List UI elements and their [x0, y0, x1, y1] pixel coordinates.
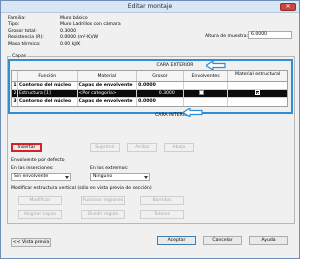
- delete-button[interactable]: Suprimir: [90, 143, 120, 152]
- exterior-side-label: CARA EXTERIOR: [156, 63, 194, 68]
- cell-material[interactable]: <Por categoría>: [77, 90, 138, 97]
- cell-material[interactable]: Capas de envolvente: [78, 98, 138, 106]
- sample-height-label: Altura de muestra:: [205, 34, 249, 39]
- chevron-down-icon[interactable]: [65, 176, 69, 179]
- cell-grosor[interactable]: 0.3000: [137, 90, 184, 97]
- vertical-structure-label: Modificar estructura vertical (sólo en v…: [11, 186, 152, 191]
- merge-regions-button[interactable]: Fusionar regiones: [81, 196, 125, 205]
- at-ends-label: En los extremos:: [90, 166, 129, 171]
- move-up-button[interactable]: Arriba: [127, 143, 157, 152]
- table-header: Función Material Grosor Envolventes Mate…: [12, 71, 287, 82]
- title-bar: Editar montaje ✕: [1, 1, 299, 13]
- table-row[interactable]: 2 Estructura [1] <Por categoría> 0.3000: [12, 90, 287, 98]
- sweeps-button[interactable]: Barridos: [140, 196, 184, 205]
- default-wrapping-label: Envolvente por defecto: [11, 158, 65, 163]
- column-header[interactable]: Envolventes: [184, 71, 229, 81]
- preview-toggle-button[interactable]: << Vista previa: [11, 238, 51, 247]
- column-header[interactable]: Grosor: [137, 71, 184, 81]
- cell-envolventes[interactable]: [183, 90, 229, 97]
- cell-grosor[interactable]: 0.0000: [137, 98, 184, 106]
- type-properties: Familia: Muro básico Tipo: Muro Ladrillos …: [8, 16, 140, 48]
- cell-funcion[interactable]: Estructura [1]: [17, 90, 78, 97]
- at-ends-select[interactable]: Ninguno: [90, 173, 150, 181]
- checkbox-icon[interactable]: [255, 90, 261, 95]
- checkbox-icon[interactable]: [198, 90, 204, 95]
- cell-funcion[interactable]: Contorno del núcleo: [18, 98, 78, 106]
- cell-material[interactable]: Capas de envolvente: [78, 82, 138, 89]
- column-header[interactable]: Función: [18, 71, 78, 81]
- cell-envolventes[interactable]: [184, 82, 229, 89]
- modify-button[interactable]: Modificar: [18, 196, 62, 205]
- at-inserts-label: En las inserciones:: [11, 166, 54, 171]
- at-inserts-value: Sin envolvente: [14, 174, 49, 179]
- left-arrow-icon: [183, 108, 203, 117]
- close-icon[interactable]: ✕: [280, 3, 296, 11]
- cell-estructural[interactable]: [228, 82, 287, 89]
- window-title: Editar montaje: [127, 3, 173, 10]
- at-inserts-select[interactable]: Sin envolvente: [11, 173, 71, 181]
- prop-key: Masa térmica:: [8, 41, 41, 47]
- table-row[interactable]: 3 Contorno del núcleo Capas de envolvent…: [12, 98, 287, 106]
- cell-funcion[interactable]: Contorno del núcleo: [18, 82, 78, 89]
- prop-row: Masa térmica: 0.00 kJ/K: [8, 42, 140, 48]
- layers-table: Función Material Grosor Envolventes Mate…: [11, 70, 288, 107]
- cell-estructural[interactable]: [228, 98, 287, 106]
- cancel-button[interactable]: Cancelar: [203, 236, 242, 245]
- move-down-button[interactable]: Abajo: [164, 143, 194, 152]
- reveals-button[interactable]: Telares: [140, 210, 184, 219]
- insert-button[interactable]: Insertar: [11, 143, 42, 152]
- table-row[interactable]: 1 Contorno del núcleo Capas de envolvent…: [12, 82, 287, 90]
- assign-layers-button[interactable]: Asignar capas: [18, 210, 62, 219]
- cell-grosor[interactable]: 0.0000: [137, 82, 184, 89]
- cell-envolventes[interactable]: [184, 98, 229, 106]
- column-header[interactable]: Material estructural: [228, 71, 287, 81]
- help-button[interactable]: Ayuda: [249, 236, 288, 245]
- cell-estructural[interactable]: [228, 90, 287, 97]
- at-ends-value: Ninguno: [93, 174, 113, 179]
- left-arrow-icon: [206, 61, 226, 70]
- prop-value: 0.00 kJ/K: [60, 41, 81, 47]
- ok-button[interactable]: Aceptar: [157, 236, 196, 245]
- chevron-down-icon[interactable]: [144, 176, 148, 179]
- sample-height-input[interactable]: 6.0000: [248, 31, 292, 39]
- column-header[interactable]: Material: [78, 71, 138, 81]
- split-region-button[interactable]: Dividir región: [81, 210, 125, 219]
